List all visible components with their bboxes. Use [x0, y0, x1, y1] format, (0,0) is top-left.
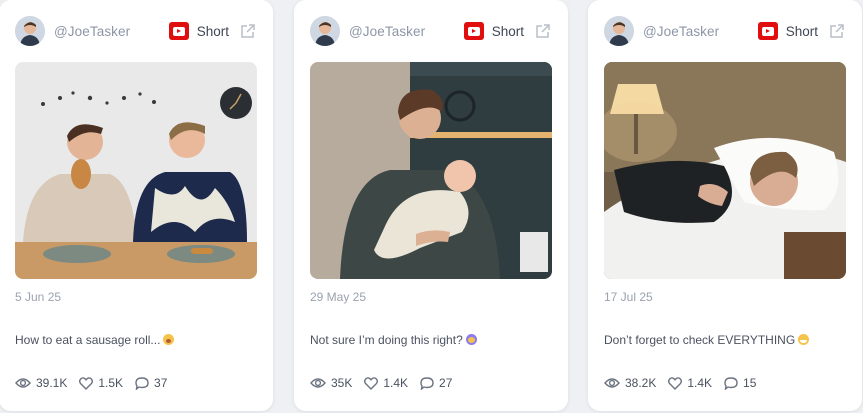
views-count: 35K [331, 376, 353, 390]
likes-count: 1.5K [98, 376, 124, 390]
youtube-icon [463, 22, 484, 40]
views-stat: 35K [310, 376, 352, 390]
likes-count: 1.4K [687, 376, 713, 390]
yawning-face-emoji-icon [163, 334, 175, 345]
card-header: @JoeTasker Short [310, 16, 552, 46]
video-card[interactable]: @JoeTasker Short 29 May 25 Not sure I’m … [294, 0, 568, 411]
comment-bubble-icon [420, 376, 434, 390]
grinning-face-emoji-icon [798, 334, 810, 345]
external-link-icon[interactable] [828, 22, 846, 40]
comments-count: 15 [743, 376, 757, 390]
views-stat: 39.1K [15, 376, 67, 390]
comment-bubble-icon [724, 376, 738, 390]
views-count: 38.2K [625, 376, 657, 390]
post-caption: Not sure I’m doing this right? [310, 333, 556, 347]
post-caption: Don’t forget to check EVERYTHING [604, 333, 850, 347]
video-card[interactable]: @JoeTasker Short 5 Jun 25 How to eat a s… [0, 0, 273, 411]
eye-icon [604, 378, 620, 388]
external-link-icon[interactable] [239, 22, 257, 40]
views-count: 39.1K [36, 376, 68, 390]
heart-icon [668, 376, 683, 390]
external-link-icon[interactable] [534, 22, 552, 40]
avatar[interactable] [15, 16, 45, 46]
crying-face-emoji-icon [465, 334, 477, 345]
comments-count: 27 [439, 376, 453, 390]
heart-icon [79, 376, 94, 390]
heart-icon [364, 376, 379, 390]
video-thumbnail[interactable] [15, 62, 257, 279]
comments-stat: 27 [420, 376, 452, 390]
post-date: 29 May 25 [310, 290, 367, 304]
post-date: 17 Jul 25 [604, 290, 653, 304]
video-thumbnail[interactable] [310, 62, 552, 279]
post-caption: How to eat a sausage roll... [15, 333, 261, 347]
content-type-label: Short [196, 23, 229, 39]
comments-count: 37 [154, 376, 168, 390]
likes-stat: 1.4K [668, 376, 712, 390]
engagement-stats: 35K 1.4K 27 [310, 376, 464, 390]
avatar[interactable] [604, 16, 634, 46]
video-card[interactable]: @JoeTasker Short 17 Jul 25 Don’t forget … [588, 0, 862, 411]
video-thumbnail[interactable] [604, 62, 846, 279]
caption-text: Don’t forget to check EVERYTHING [604, 333, 796, 347]
caption-text: Not sure I’m doing this right? [310, 333, 463, 347]
youtube-icon [757, 22, 778, 40]
likes-stat: 1.5K [79, 376, 123, 390]
youtube-icon [168, 22, 189, 40]
comment-bubble-icon [135, 376, 149, 390]
content-type-label: Short [491, 23, 524, 39]
likes-stat: 1.4K [364, 376, 408, 390]
avatar[interactable] [310, 16, 340, 46]
comments-stat: 37 [135, 376, 167, 390]
likes-count: 1.4K [383, 376, 409, 390]
caption-text: How to eat a sausage roll... [15, 333, 161, 347]
engagement-stats: 39.1K 1.5K 37 [15, 376, 179, 390]
channel-handle[interactable]: @JoeTasker [643, 24, 719, 39]
post-date: 5 Jun 25 [15, 290, 62, 304]
eye-icon [310, 378, 326, 388]
eye-icon [15, 378, 31, 388]
content-type-label: Short [785, 23, 818, 39]
card-header: @JoeTasker Short [604, 16, 846, 46]
card-header: @JoeTasker Short [15, 16, 257, 46]
comments-stat: 15 [724, 376, 756, 390]
channel-handle[interactable]: @JoeTasker [349, 24, 425, 39]
engagement-stats: 38.2K 1.4K 15 [604, 376, 768, 390]
views-stat: 38.2K [604, 376, 656, 390]
channel-handle[interactable]: @JoeTasker [54, 24, 130, 39]
